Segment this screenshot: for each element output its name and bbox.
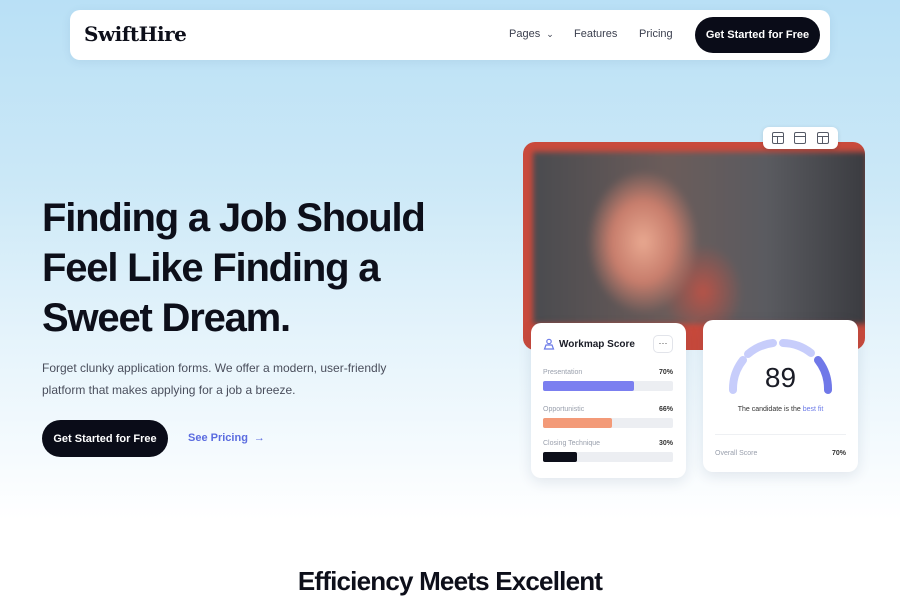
progress-track bbox=[543, 381, 673, 391]
logo[interactable]: SwiftHire bbox=[84, 22, 187, 46]
metric-label: Presentation bbox=[543, 369, 583, 376]
section-title: Efficiency Meets Excellent bbox=[297, 566, 603, 596]
nav-features-link[interactable]: Features bbox=[574, 28, 617, 40]
hero-title-line: Sweet Dream. bbox=[42, 296, 291, 340]
nav-get-started-button[interactable]: Get Started for Free bbox=[695, 17, 820, 53]
overall-score-value: 70% bbox=[831, 450, 846, 457]
progress-fill bbox=[543, 418, 612, 428]
hero-title-line: Feel Like Finding a bbox=[42, 246, 380, 290]
metric-row: Presentation 70% bbox=[543, 369, 673, 391]
layout-split-icon[interactable] bbox=[794, 132, 807, 144]
workmap-title: Workmap Score bbox=[559, 339, 635, 350]
view-toggle bbox=[763, 127, 838, 149]
progress-track bbox=[543, 452, 673, 462]
person-icon bbox=[543, 338, 555, 350]
more-options-button[interactable]: ··· bbox=[653, 335, 673, 353]
blurred-photo bbox=[533, 152, 865, 324]
hero-title-line: Finding a Job Should bbox=[42, 196, 426, 240]
hero-title: Finding a Job Should Feel Like Finding a… bbox=[42, 193, 462, 343]
candidate-score-card: 89 The candidate is the best fit Overall… bbox=[703, 320, 858, 472]
metric-row: Opportunistic 66% bbox=[543, 406, 673, 428]
metric-value: 70% bbox=[658, 369, 673, 376]
progress-track bbox=[543, 418, 673, 428]
score-value: 89 bbox=[764, 362, 797, 393]
metric-row: Closing Technique 30% bbox=[543, 440, 673, 462]
progress-fill bbox=[543, 381, 634, 391]
hero-subtitle: Forget clunky application forms. We offe… bbox=[42, 361, 387, 397]
metric-label: Closing Technique bbox=[543, 440, 601, 447]
progress-fill bbox=[543, 452, 577, 462]
candidate-photo bbox=[523, 142, 865, 350]
nav-pricing-link[interactable]: Pricing bbox=[639, 28, 673, 40]
layout-icon[interactable] bbox=[772, 132, 785, 144]
see-pricing-link[interactable]: See Pricing → bbox=[188, 432, 265, 444]
nav-pages-link[interactable]: Pages ⌄ bbox=[509, 28, 554, 40]
score-caption-highlight: best fit bbox=[802, 406, 824, 413]
see-pricing-label: See Pricing bbox=[188, 432, 248, 444]
nav-pages-label: Pages bbox=[509, 28, 541, 40]
hero-get-started-button[interactable]: Get Started for Free bbox=[42, 420, 168, 457]
top-navbar: SwiftHire Pages ⌄ Features Pricing Get St… bbox=[70, 10, 830, 60]
metric-value: 30% bbox=[658, 440, 673, 447]
overall-score-label: Overall Score bbox=[715, 450, 758, 457]
metric-value: 66% bbox=[658, 406, 673, 413]
chevron-down-icon: ⌄ bbox=[546, 29, 554, 39]
divider bbox=[715, 434, 846, 435]
score-caption: The candidate is the best fit bbox=[703, 406, 858, 413]
score-caption-text: The candidate is the bbox=[737, 406, 801, 413]
arrow-right-icon: → bbox=[253, 432, 265, 444]
metric-label: Opportunistic bbox=[543, 406, 585, 413]
layout-grid-icon[interactable] bbox=[816, 132, 829, 144]
workmap-score-card: Workmap Score ··· Presentation 70% Oppor… bbox=[531, 323, 686, 478]
